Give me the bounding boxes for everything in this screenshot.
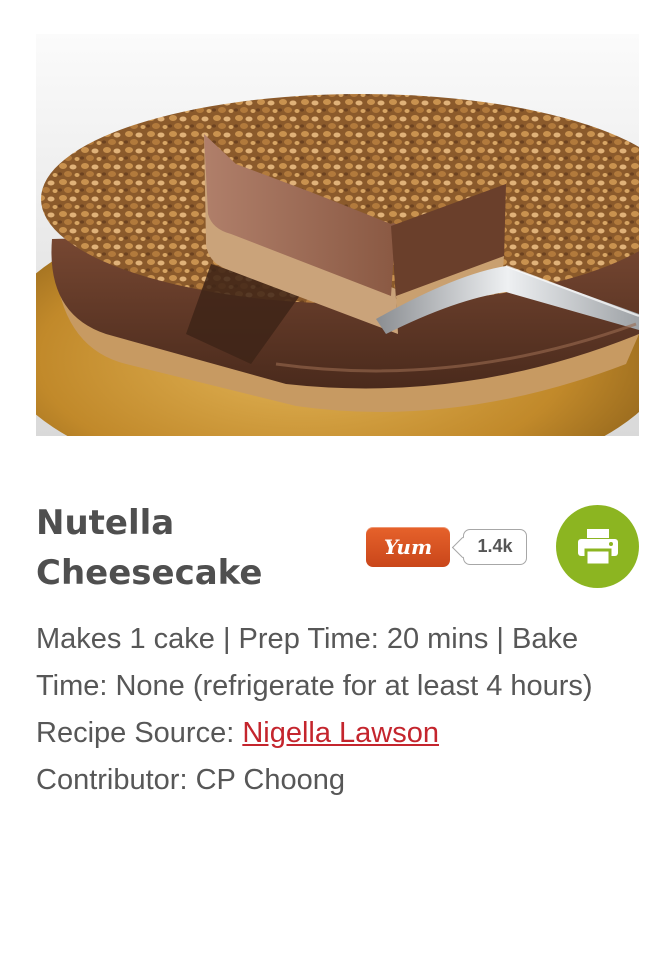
recipe-source-label: Recipe Source: [36,717,243,749]
printer-icon [577,528,618,566]
yum-count-badge: 1.4k [463,529,527,565]
recipe-source-line: Recipe Source: Nigella Lawson [36,710,636,757]
recipe-title: Nutella Cheesecake [36,503,263,593]
print-button[interactable] [556,505,639,588]
recipe-photo [36,34,639,436]
yield-time-line: Makes 1 cake | Prep Time: 20 mins | Bake… [36,623,593,702]
recipe-details: Makes 1 cake | Prep Time: 20 mins | Bake… [36,616,636,804]
recipe-source-link[interactable]: Nigella Lawson [242,717,439,749]
contributor-line: Contributor: CP Choong [36,764,345,796]
recipe-card: Nutella Cheesecake Yum 1.4k Makes 1 cake… [0,0,654,960]
yum-button[interactable]: Yum [366,527,450,567]
